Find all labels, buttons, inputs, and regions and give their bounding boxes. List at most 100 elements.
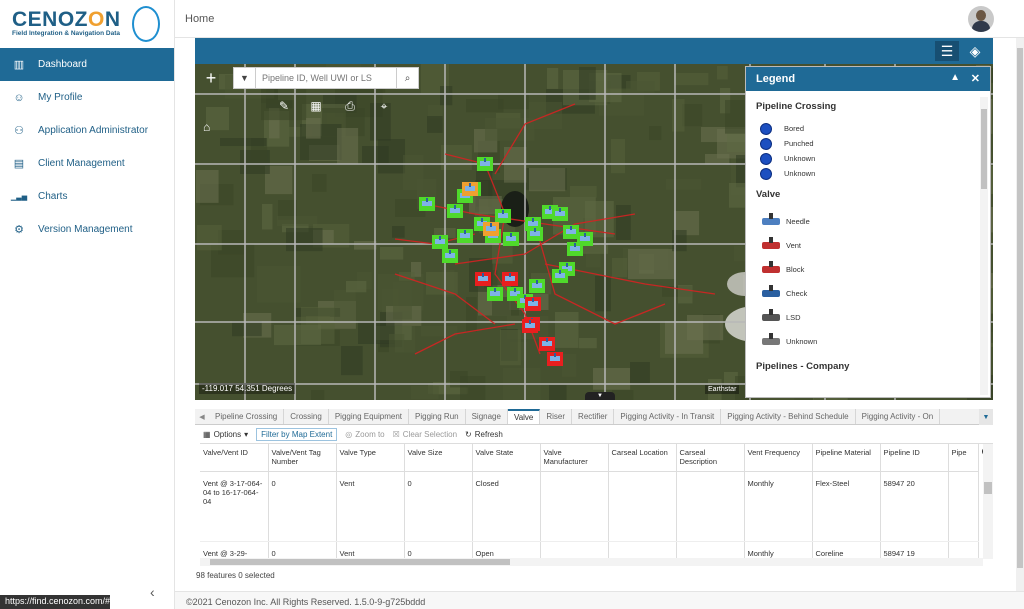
tab-riser[interactable]: Riser — [540, 409, 573, 424]
valve-marker[interactable] — [447, 204, 463, 218]
valve-marker[interactable] — [475, 272, 491, 286]
tab-rectifier[interactable]: Rectifier — [572, 409, 615, 424]
valve-marker[interactable] — [552, 269, 568, 283]
sidebar-item-client-management[interactable]: ▤ Client Management — [0, 147, 174, 180]
table-cell: 58947 20 — [880, 471, 949, 542]
valve-marker[interactable] — [462, 182, 478, 196]
valve-marker[interactable] — [522, 319, 538, 333]
legend-item: Check — [756, 281, 990, 305]
legend-title: Legend — [756, 73, 796, 85]
valve-marker[interactable] — [432, 235, 448, 249]
column-header[interactable]: Pipe — [948, 444, 979, 472]
feature-summary: 98 features 0 selected — [196, 571, 275, 580]
tab-pipeline-crossing[interactable]: Pipeline Crossing — [209, 409, 285, 424]
legend-scrollbar[interactable] — [980, 97, 988, 395]
zoom-in-icon[interactable]: + — [201, 68, 221, 88]
column-header[interactable]: Valve/Vent ID — [200, 444, 269, 472]
options-button[interactable]: ▦ Options ▾ — [203, 430, 248, 439]
table-cell — [676, 471, 745, 542]
tab-pigging-run[interactable]: Pigging Run — [409, 409, 466, 424]
valve-marker[interactable] — [495, 209, 511, 223]
clear-selection-button[interactable]: ☒ Clear Selection — [393, 430, 457, 439]
legend-item-label: Unknown — [784, 169, 816, 178]
column-header[interactable]: Valve Size — [404, 444, 473, 472]
valve-marker[interactable] — [567, 242, 583, 256]
sidebar-item-dashboard[interactable]: ▥ Dashboard — [0, 48, 174, 81]
valve-marker[interactable] — [527, 227, 543, 241]
valve-marker[interactable] — [547, 352, 563, 366]
layers-icon[interactable]: ◈ — [963, 41, 987, 61]
tab-valve[interactable]: Valve — [507, 409, 541, 424]
tab-pigging-activity-in-transit[interactable]: Pigging Activity - In Transit — [614, 409, 722, 424]
legend-item-label: Bored — [784, 124, 805, 133]
tab-pigging-activity-on[interactable]: Pigging Activity - On — [856, 409, 941, 424]
valve-marker[interactable] — [419, 197, 435, 211]
tab-pigging-equipment[interactable]: Pigging Equipment — [329, 409, 409, 424]
tab-crossing[interactable]: Crossing — [284, 409, 329, 424]
table-vertical-scrollbar[interactable] — [983, 444, 993, 559]
column-header[interactable]: Carseal Location — [608, 444, 677, 472]
sidebar-item-application-administrator[interactable]: ⚇ Application Administrator — [0, 114, 174, 147]
legend-toggle-icon[interactable]: ☰ — [935, 41, 959, 61]
print-icon[interactable]: ⎙ — [341, 99, 359, 117]
valve-marker[interactable] — [503, 232, 519, 246]
valve-marker[interactable] — [563, 225, 579, 239]
search-dropdown-icon[interactable]: ▼ — [234, 68, 256, 88]
sidebar-item-my-profile[interactable]: ☺ My Profile — [0, 81, 174, 114]
pencil-icon[interactable]: ✎ — [275, 99, 293, 117]
grid-icon[interactable]: ▦ — [307, 99, 325, 117]
column-header[interactable]: Valve/Vent Tag Number — [268, 444, 337, 472]
valve-marker[interactable] — [477, 157, 493, 171]
column-header[interactable]: Valve Manufacturer — [540, 444, 609, 472]
legend-item-label: Check — [786, 288, 808, 298]
home-icon[interactable]: ⌂ — [203, 120, 210, 134]
sidebar-item-charts[interactable]: ▁▃▅ Charts — [0, 180, 174, 213]
close-legend-icon[interactable]: ✕ — [971, 72, 980, 85]
crossing-icon — [760, 152, 774, 165]
valve-marker[interactable] — [487, 287, 503, 301]
valve-marker[interactable] — [525, 297, 541, 311]
column-header[interactable]: Pipeline ID — [880, 444, 949, 472]
column-header[interactable]: Valve State — [472, 444, 541, 472]
filter-by-map-extent-button[interactable]: Filter by Map Extent — [256, 428, 338, 441]
valve-icon — [760, 332, 782, 350]
sidebar-item-version-management[interactable]: ⚙ Version Management — [0, 213, 174, 246]
column-header[interactable]: Carseal Description — [676, 444, 745, 472]
valve-marker[interactable] — [539, 337, 555, 351]
valve-marker[interactable] — [502, 272, 518, 286]
valve-icon — [760, 236, 782, 254]
column-header[interactable]: Pipeline Material — [812, 444, 881, 472]
tabs-left-icon[interactable]: ◀ — [195, 409, 209, 424]
valve-marker[interactable] — [483, 222, 499, 236]
valve-marker[interactable] — [552, 207, 568, 221]
legend-header: Legend ▲ ✕ — [746, 67, 990, 91]
status-url: https://find.cenozon.com/#/ — [0, 595, 113, 609]
tab-signage[interactable]: Signage — [466, 409, 508, 424]
column-header[interactable]: Valve Type — [336, 444, 405, 472]
page-scrollbar[interactable] — [1016, 38, 1024, 591]
tab-pigging-activity-behind-schedule[interactable]: Pigging Activity - Behind Schedule — [721, 409, 856, 424]
crossing-icon — [760, 167, 774, 180]
collapse-legend-icon[interactable]: ▲ — [950, 72, 960, 83]
table-row[interactable]: Vent @ 3-17-064-04 to 16-17-064-04 0 Vent 0… — [200, 471, 979, 542]
valve-icon — [760, 308, 782, 326]
map-collapse-icon[interactable]: ▼ — [585, 392, 615, 400]
tabs-more-icon[interactable]: ▼ — [979, 409, 993, 425]
search-icon[interactable]: ⌕ — [396, 68, 418, 88]
search-input[interactable] — [256, 68, 396, 88]
user-avatar[interactable] — [968, 6, 994, 32]
collapse-sidebar-icon[interactable]: ‹ — [150, 584, 155, 600]
table-cell: Vent — [336, 471, 405, 542]
column-header[interactable]: Vent Frequency — [744, 444, 813, 472]
bar-chart-icon: ▁▃▅ — [10, 193, 28, 201]
zoom-to-button[interactable]: ◎ Zoom to — [345, 430, 384, 439]
valve-marker[interactable] — [529, 279, 545, 293]
clear-icon: ☒ — [392, 430, 400, 439]
refresh-button[interactable]: ↻ Refresh — [465, 430, 503, 439]
valve-marker[interactable] — [442, 249, 458, 263]
valve-icon — [760, 284, 782, 302]
valve-marker[interactable] — [457, 229, 473, 243]
table-cell: Closed — [472, 471, 541, 542]
measure-icon[interactable]: ⌖ — [375, 99, 393, 117]
table-horizontal-scrollbar[interactable] — [200, 558, 983, 566]
